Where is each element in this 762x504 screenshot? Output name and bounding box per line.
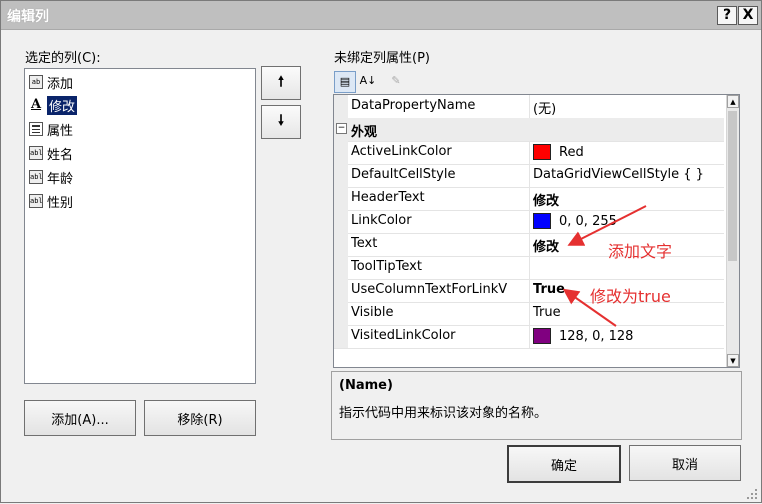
ok-button[interactable]: 确定 bbox=[507, 445, 621, 483]
annotation-arrows bbox=[562, 205, 647, 327]
arrow-to-text-value bbox=[567, 205, 647, 246]
cancel-button[interactable]: 取消 bbox=[629, 445, 741, 481]
edit-columns-dialog: 编辑列 ? X 选定的列(C): ab 添加 A 修改 属性 abl 姓名 ab… bbox=[0, 0, 762, 503]
resize-grip-icon[interactable] bbox=[747, 489, 759, 501]
arrow-to-true-value bbox=[562, 288, 617, 327]
